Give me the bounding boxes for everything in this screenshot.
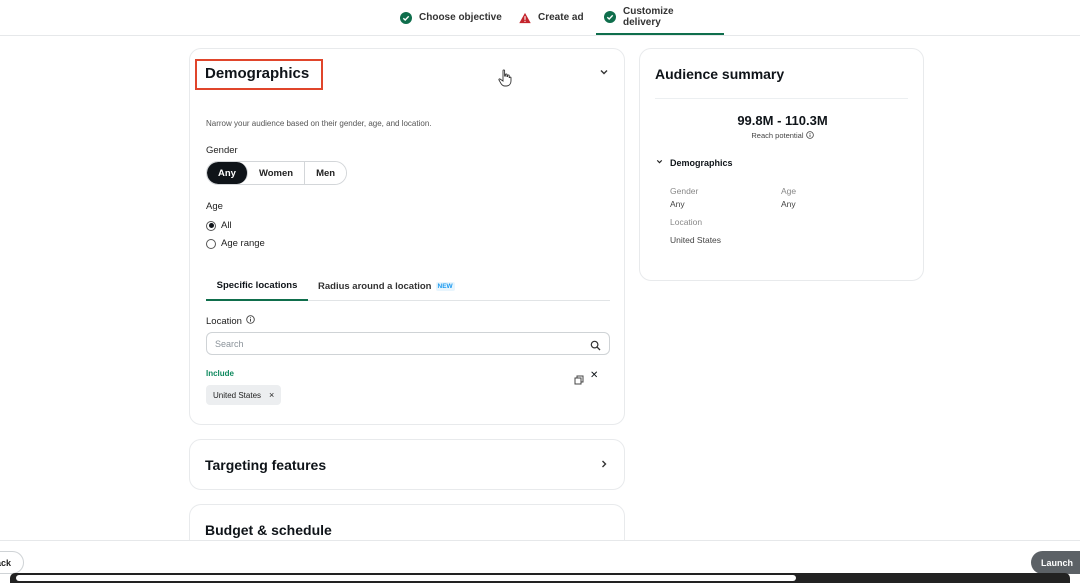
step-label: Customize delivery bbox=[623, 5, 674, 28]
demographics-card: Demographics Narrow your audience based … bbox=[189, 48, 625, 425]
back-button[interactable]: Back bbox=[0, 551, 24, 574]
location-search-box bbox=[206, 332, 610, 355]
gender-option-men[interactable]: Men bbox=[305, 162, 347, 184]
warning-triangle-icon bbox=[519, 12, 531, 24]
reach-value: 99.8M - 110.3M bbox=[737, 113, 828, 128]
reach-potential-label-row: Reach potential bbox=[640, 131, 925, 140]
summary-location-key: Location bbox=[670, 217, 703, 227]
age-label: Age bbox=[206, 201, 223, 212]
remove-chip-close-icon[interactable]: × bbox=[269, 390, 274, 400]
summary-location-value: United States bbox=[670, 235, 722, 245]
launch-button[interactable]: Launch bbox=[1031, 551, 1080, 574]
location-label: Location bbox=[206, 315, 242, 327]
info-icon[interactable] bbox=[246, 315, 255, 327]
progress-stepper: Choose objective Create ad Customize del… bbox=[0, 0, 1080, 36]
gender-option-any[interactable]: Any bbox=[207, 162, 248, 184]
location-tabs: Specific locations Radius around a locat… bbox=[206, 271, 610, 301]
scrollbar-thumb[interactable] bbox=[16, 575, 796, 581]
gender-option-women[interactable]: Women bbox=[247, 162, 306, 184]
location-chip: United States × bbox=[206, 385, 282, 405]
summary-age-key: Age bbox=[781, 186, 797, 196]
collapse-chevron-icon[interactable] bbox=[598, 65, 610, 77]
hand-cursor-icon bbox=[498, 69, 512, 87]
summary-age-value: Any bbox=[781, 199, 796, 209]
step-choose-objective[interactable]: Choose objective bbox=[400, 0, 502, 35]
summary-demographics-label: Demographics bbox=[670, 157, 733, 168]
chevron-down-icon bbox=[655, 157, 664, 168]
targeting-features-card[interactable]: Targeting features bbox=[189, 439, 625, 490]
tab-specific-locations[interactable]: Specific locations bbox=[206, 271, 308, 301]
gender-label: Gender bbox=[206, 145, 238, 156]
reach-potential-label: Reach potential bbox=[751, 131, 804, 140]
demographics-title: Demographics bbox=[205, 65, 310, 82]
search-icon[interactable] bbox=[590, 338, 601, 351]
chip-label: United States bbox=[213, 390, 262, 400]
new-badge: NEW bbox=[435, 281, 455, 291]
summary-gender-key: Gender bbox=[670, 186, 699, 196]
summary-gender-value: Any bbox=[670, 199, 685, 209]
age-option-label: Age range bbox=[221, 238, 265, 249]
gender-segmented-control: Any Women Men bbox=[206, 161, 348, 185]
location-label-row: Location bbox=[206, 315, 255, 327]
tab-radius-location[interactable]: Radius around a location NEW bbox=[318, 271, 455, 301]
clear-all-close-icon[interactable]: ✕ bbox=[590, 371, 600, 381]
age-option-label: All bbox=[221, 220, 232, 231]
horizontal-scrollbar[interactable] bbox=[10, 573, 1070, 583]
tab-label: Specific locations bbox=[216, 279, 298, 291]
step-create-ad[interactable]: Create ad bbox=[519, 0, 584, 35]
info-icon[interactable] bbox=[805, 131, 814, 140]
chevron-right-icon[interactable] bbox=[598, 457, 610, 469]
include-label: Include bbox=[206, 369, 235, 378]
divider bbox=[655, 98, 908, 99]
step-customize-delivery[interactable]: Customize delivery bbox=[596, 0, 724, 35]
summary-demographics-toggle[interactable]: Demographics bbox=[655, 157, 733, 168]
audience-summary-title: Audience summary bbox=[655, 66, 785, 82]
step-label: Choose objective bbox=[419, 12, 502, 23]
radio-unselected-icon[interactable] bbox=[206, 238, 216, 249]
tab-label: Radius around a location bbox=[318, 280, 432, 292]
audience-summary-card: Audience summary 99.8M - 110.3M Reach po… bbox=[639, 48, 924, 281]
check-circle-icon bbox=[604, 10, 616, 23]
age-option-range[interactable]: Age range bbox=[206, 238, 265, 249]
demographics-description: Narrow your audience based on their gend… bbox=[206, 119, 432, 128]
location-search-input[interactable] bbox=[215, 336, 575, 351]
age-option-all[interactable]: All bbox=[206, 220, 232, 231]
step-label: Create ad bbox=[538, 12, 584, 23]
copy-icon[interactable] bbox=[574, 372, 584, 385]
budget-schedule-title: Budget & schedule bbox=[205, 522, 332, 538]
check-circle-icon bbox=[400, 11, 412, 24]
radio-selected-icon[interactable] bbox=[206, 220, 216, 231]
targeting-features-title: Targeting features bbox=[205, 457, 327, 473]
